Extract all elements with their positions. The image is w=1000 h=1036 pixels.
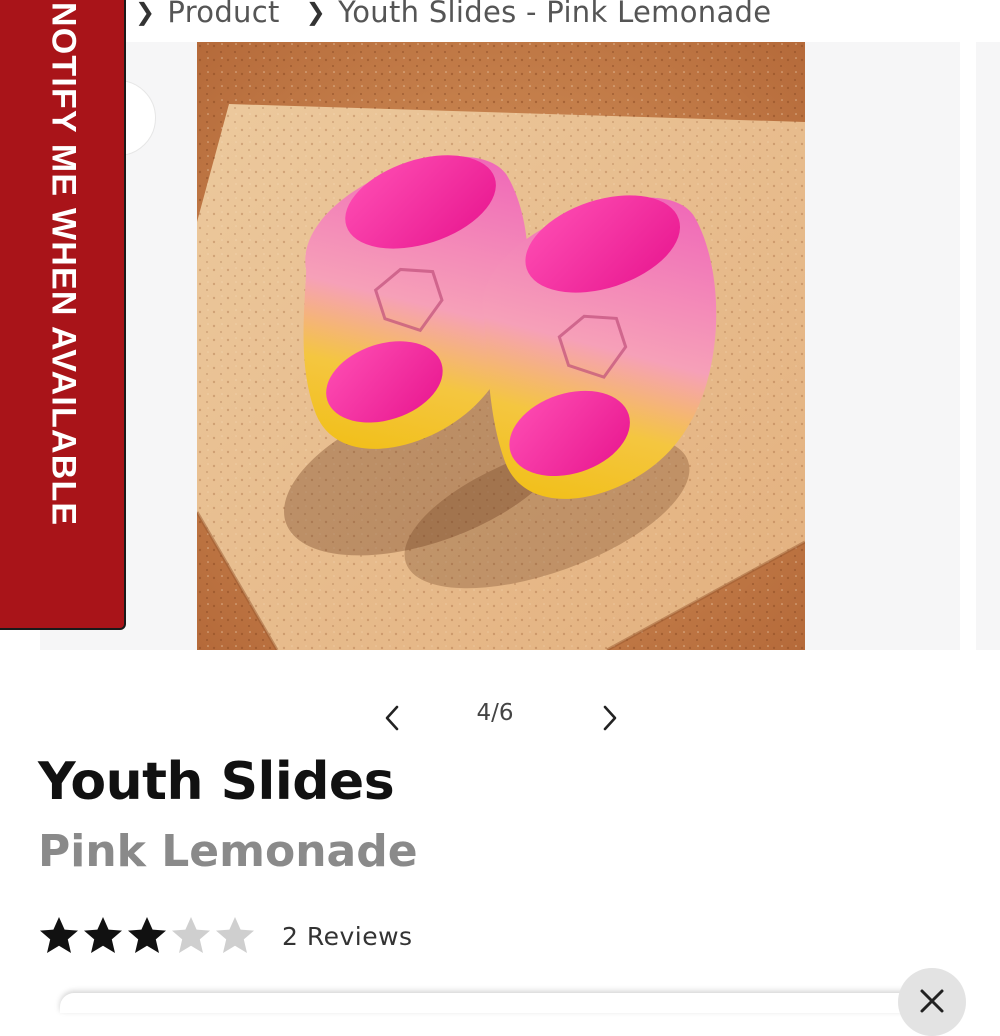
star-filled-icon	[128, 917, 166, 953]
star-empty-icon	[216, 917, 254, 953]
notify-me-label: NOTIFY ME WHEN AVAILABLE	[44, 2, 83, 527]
breadcrumb-label[interactable]: Product	[167, 0, 279, 29]
chevron-right-icon: ❯	[135, 0, 156, 26]
breadcrumb-item-current: ❯ Youth Slides - Pink Lemonade	[306, 0, 772, 29]
product-title: Youth Slides	[38, 752, 395, 812]
close-button[interactable]	[898, 968, 966, 1036]
breadcrumb: ❯ Product ❯ Youth Slides - Pink Lemonade	[135, 0, 771, 32]
star-rating	[38, 915, 256, 957]
gallery-counter: 4/6	[476, 700, 514, 726]
star-filled-icon	[40, 917, 78, 953]
star-filled-icon	[84, 917, 122, 953]
product-image[interactable]	[197, 42, 805, 650]
breadcrumb-label: Youth Slides - Pink Lemonade	[338, 0, 772, 29]
gallery-prev-button[interactable]	[374, 698, 410, 738]
product-variant: Pink Lemonade	[38, 826, 418, 877]
gallery-next-button[interactable]	[592, 698, 628, 738]
breadcrumb-item-product[interactable]: ❯ Product	[135, 0, 280, 29]
chevron-left-icon	[385, 705, 399, 731]
reviews-link[interactable]: 2 Reviews	[282, 922, 413, 951]
chevron-right-icon	[603, 705, 617, 731]
product-rating[interactable]: 2 Reviews	[38, 914, 413, 958]
next-image-peek[interactable]	[976, 42, 1000, 650]
notify-me-button[interactable]: NOTIFY ME WHEN AVAILABLE	[0, 0, 126, 630]
bottom-sheet	[60, 993, 940, 1013]
close-icon	[920, 989, 944, 1013]
star-empty-icon	[172, 917, 210, 953]
chevron-right-icon: ❯	[305, 0, 327, 26]
